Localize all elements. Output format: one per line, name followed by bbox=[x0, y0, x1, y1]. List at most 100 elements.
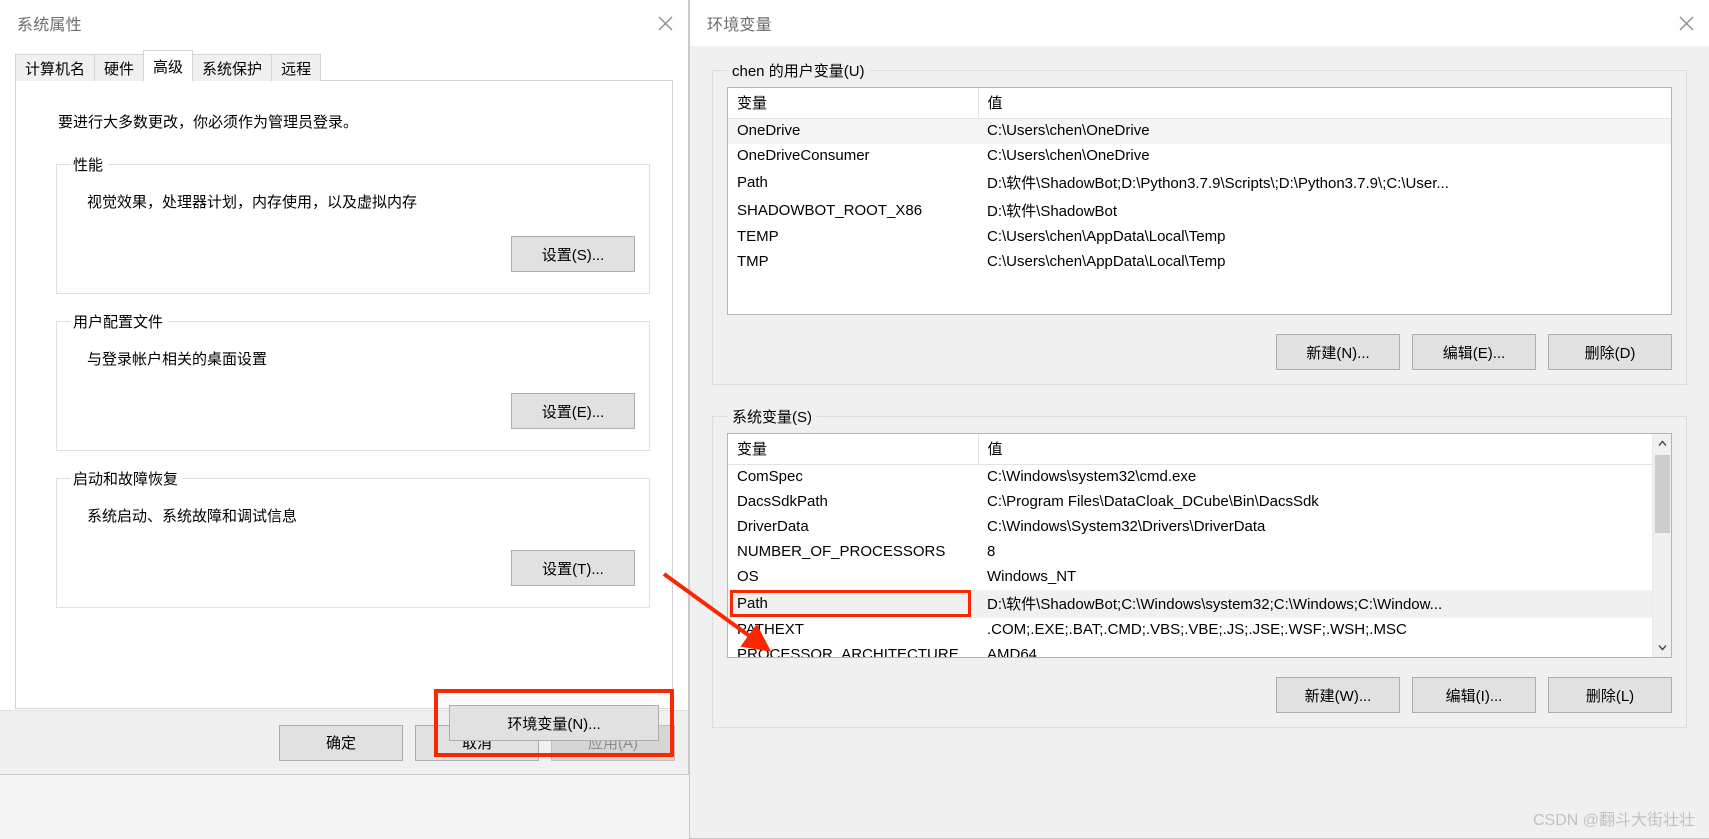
table-row[interactable]: DriverData C:\Windows\System32\Drivers\D… bbox=[728, 515, 1671, 540]
environment-variables-titlebar: 环境变量 bbox=[690, 0, 1709, 46]
system-variables-group: 系统变量(S) 变量 值 ComSpec C:\Windows\system32… bbox=[712, 406, 1687, 728]
performance-group: 性能 视觉效果，处理器计划，内存使用，以及虚拟内存 设置(S)... bbox=[56, 154, 650, 294]
admin-login-note: 要进行大多数更改，你必须作为管理员登录。 bbox=[58, 114, 359, 131]
cell-variable-value: AMD64 bbox=[987, 646, 1038, 658]
cell-variable-value: .COM;.EXE;.BAT;.CMD;.VBS;.VBE;.JS;.JSE;.… bbox=[987, 621, 1407, 638]
system-variables-scrollbar[interactable] bbox=[1652, 434, 1671, 657]
cell-variable-name: NUMBER_OF_PROCESSORS bbox=[737, 543, 946, 560]
table-row-path-selected[interactable]: Path D:\软件\ShadowBot;C:\Windows\system32… bbox=[728, 589, 1671, 618]
watermark: CSDN @翻斗大街壮壮 bbox=[1532, 812, 1695, 829]
system-properties-tabs: 计算机名 硬件 高级 系统保护 远程 bbox=[0, 50, 688, 81]
cell-variable-name: OS bbox=[737, 568, 759, 585]
advanced-tab-page: 要进行大多数更改，你必须作为管理员登录。 性能 视觉效果，处理器计划，内存使用，… bbox=[15, 80, 674, 757]
system-delete-button[interactable]: 删除(L) bbox=[1548, 677, 1672, 713]
cell-variable-name: PROCESSOR_ARCHITECTURE bbox=[737, 646, 959, 658]
table-row[interactable]: DacsSdkPath C:\Program Files\DataCloak_D… bbox=[728, 490, 1671, 515]
scrollbar-track[interactable] bbox=[1653, 453, 1672, 638]
performance-group-description: 视觉效果，处理器计划，内存使用，以及虚拟内存 bbox=[87, 194, 418, 211]
user-variables-legend: chen 的用户变量(U) bbox=[732, 63, 865, 80]
system-properties-window: 系统属性 计算机名 硬件 高级 系统保护 远程 要进行大多数更改，你必须作为管理… bbox=[0, 0, 689, 775]
table-row[interactable]: OS Windows_NT bbox=[728, 565, 1671, 590]
cell-variable-name: PATHEXT bbox=[737, 621, 804, 638]
cell-variable-name: ComSpec bbox=[737, 468, 803, 486]
user-new-button[interactable]: 新建(N)... bbox=[1276, 334, 1400, 370]
column-header-value[interactable]: 值 bbox=[978, 88, 1671, 119]
user-profiles-group: 用户配置文件 与登录帐户相关的桌面设置 设置(E)... bbox=[56, 311, 650, 451]
user-variables-table-container[interactable]: 变量 值 OneDrive C:\Users\chen\OneDrive One… bbox=[727, 87, 1672, 315]
cell-variable-value: D:\软件\ShadowBot;C:\Windows\system32;C:\W… bbox=[978, 589, 1671, 618]
table-row[interactable]: NUMBER_OF_PROCESSORS 8 bbox=[728, 540, 1671, 565]
cell-variable-value: D:\软件\ShadowBot;D:\Python3.7.9\Scripts\;… bbox=[987, 174, 1449, 192]
table-row[interactable]: SHADOWBOT_ROOT_X86 D:\软件\ShadowBot bbox=[728, 197, 1671, 225]
table-header-row: 变量 值 bbox=[728, 88, 1671, 119]
cell-variable-name: DacsSdkPath bbox=[737, 493, 828, 510]
environment-variables-window: 环境变量 chen 的用户变量(U) 变量 值 OneDrive C:\User… bbox=[689, 0, 1709, 839]
cell-variable-name: TEMP bbox=[737, 228, 779, 245]
system-variables-table-container[interactable]: 变量 值 ComSpec C:\Windows\system32\cmd.exe… bbox=[727, 433, 1672, 658]
system-variables-legend: 系统变量(S) bbox=[732, 409, 812, 426]
system-variables-button-row: 新建(W)... 编辑(I)... 删除(L) bbox=[727, 677, 1672, 713]
user-delete-button[interactable]: 删除(D) bbox=[1548, 334, 1672, 370]
cell-variable-value: C:\Program Files\DataCloak_DCube\Bin\Dac… bbox=[987, 493, 1319, 510]
close-icon[interactable] bbox=[642, 0, 688, 46]
startup-recovery-group: 启动和故障恢复 系统启动、系统故障和调试信息 设置(T)... bbox=[56, 468, 650, 608]
tab-advanced[interactable]: 高级 bbox=[143, 50, 194, 81]
column-header-variable[interactable]: 变量 bbox=[728, 88, 979, 119]
tab-remote[interactable]: 远程 bbox=[271, 54, 322, 81]
cell-variable-value: C:\Users\chen\OneDrive bbox=[987, 147, 1150, 164]
table-row[interactable]: PROCESSOR_ARCHITECTURE AMD64 bbox=[728, 643, 1671, 658]
scrollbar-thumb[interactable] bbox=[1654, 455, 1670, 533]
cell-variable-name: SHADOWBOT_ROOT_X86 bbox=[737, 201, 923, 219]
performance-group-legend: 性能 bbox=[73, 157, 104, 174]
cell-variable-value: C:\Windows\System32\Drivers\DriverData bbox=[987, 518, 1266, 535]
cell-variable-name: TMP bbox=[737, 253, 769, 270]
close-icon[interactable] bbox=[1663, 0, 1709, 46]
system-properties-title: 系统属性 bbox=[17, 17, 82, 34]
table-row[interactable]: PATHEXT .COM;.EXE;.BAT;.CMD;.VBS;.VBE;.J… bbox=[728, 618, 1671, 643]
cell-variable-name: OneDriveConsumer bbox=[737, 147, 870, 164]
system-edit-button[interactable]: 编辑(I)... bbox=[1412, 677, 1536, 713]
cell-variable-value: C:\Users\chen\AppData\Local\Temp bbox=[987, 228, 1226, 245]
table-row[interactable]: TMP C:\Users\chen\AppData\Local\Temp bbox=[728, 250, 1671, 275]
user-variables-button-row: 新建(N)... 编辑(E)... 删除(D) bbox=[727, 334, 1672, 370]
startup-recovery-settings-button[interactable]: 设置(T)... bbox=[511, 550, 635, 586]
user-edit-button[interactable]: 编辑(E)... bbox=[1412, 334, 1536, 370]
performance-settings-button[interactable]: 设置(S)... bbox=[511, 236, 635, 272]
cell-variable-name: Path bbox=[728, 589, 978, 618]
screen-root: 系统属性 计算机名 硬件 高级 系统保护 远程 要进行大多数更改，你必须作为管理… bbox=[0, 0, 1709, 839]
table-row[interactable]: ComSpec C:\Windows\system32\cmd.exe bbox=[728, 465, 1671, 490]
system-new-button[interactable]: 新建(W)... bbox=[1276, 677, 1400, 713]
environment-variables-body: chen 的用户变量(U) 变量 值 OneDrive C:\Users\che… bbox=[690, 46, 1709, 838]
user-profiles-group-legend: 用户配置文件 bbox=[73, 314, 164, 331]
chevron-up-icon[interactable] bbox=[1653, 434, 1672, 453]
tab-hardware[interactable]: 硬件 bbox=[94, 54, 145, 81]
cell-variable-name: OneDrive bbox=[728, 118, 978, 144]
user-variables-table: 变量 值 OneDrive C:\Users\chen\OneDrive One… bbox=[728, 88, 1671, 275]
table-row[interactable]: OneDrive C:\Users\chen\OneDrive bbox=[728, 118, 1671, 144]
startup-recovery-group-description: 系统启动、系统故障和调试信息 bbox=[87, 508, 298, 525]
environment-variables-highlight: 环境变量(N)... bbox=[434, 689, 674, 757]
cell-variable-value: C:\Users\chen\AppData\Local\Temp bbox=[987, 253, 1226, 270]
environment-variables-title: 环境变量 bbox=[707, 17, 772, 34]
column-header-value[interactable]: 值 bbox=[978, 434, 1671, 465]
environment-variables-button[interactable]: 环境变量(N)... bbox=[449, 705, 659, 741]
cell-variable-value: 8 bbox=[987, 543, 996, 560]
column-header-variable[interactable]: 变量 bbox=[728, 434, 979, 465]
user-variables-group: chen 的用户变量(U) 变量 值 OneDrive C:\Users\che… bbox=[712, 60, 1687, 385]
table-row[interactable]: Path D:\软件\ShadowBot;D:\Python3.7.9\Scri… bbox=[728, 169, 1671, 197]
tab-computer-name[interactable]: 计算机名 bbox=[15, 54, 96, 81]
table-row[interactable]: TEMP C:\Users\chen\AppData\Local\Temp bbox=[728, 225, 1671, 250]
table-row[interactable]: OneDriveConsumer C:\Users\chen\OneDrive bbox=[728, 144, 1671, 169]
cell-variable-value: C:\Users\chen\OneDrive bbox=[978, 118, 1671, 144]
user-profiles-settings-button[interactable]: 设置(E)... bbox=[511, 393, 635, 429]
startup-recovery-group-legend: 启动和故障恢复 bbox=[73, 471, 179, 488]
cell-variable-value: D:\软件\ShadowBot bbox=[987, 202, 1118, 220]
ok-button[interactable]: 确定 bbox=[279, 724, 403, 761]
cell-variable-value: Windows_NT bbox=[987, 568, 1077, 585]
tab-system-protection[interactable]: 系统保护 bbox=[192, 54, 273, 81]
system-properties-titlebar: 系统属性 bbox=[0, 0, 688, 46]
table-header-row: 变量 值 bbox=[728, 434, 1671, 465]
user-profiles-group-description: 与登录帐户相关的桌面设置 bbox=[87, 351, 268, 368]
system-variables-table: 变量 值 ComSpec C:\Windows\system32\cmd.exe… bbox=[728, 434, 1671, 658]
chevron-down-icon[interactable] bbox=[1653, 638, 1672, 657]
